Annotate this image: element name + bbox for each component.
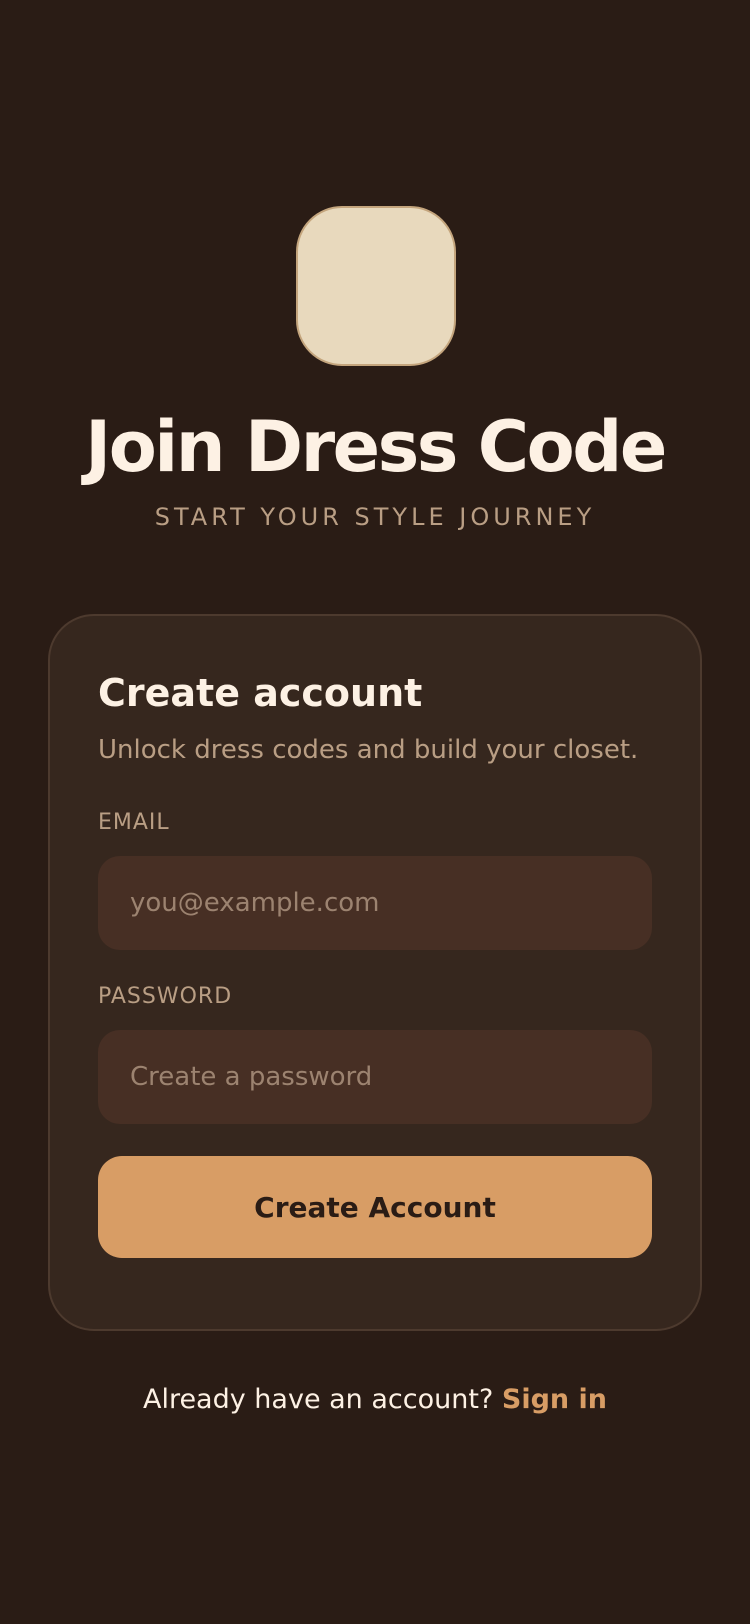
email-field[interactable] bbox=[98, 856, 652, 950]
create-account-button[interactable]: Create Account bbox=[98, 1156, 652, 1258]
password-field[interactable] bbox=[98, 1030, 652, 1124]
sign-in-link[interactable]: Sign in bbox=[502, 1384, 607, 1415]
signin-prompt-text: Already have an account? bbox=[142, 1384, 494, 1415]
signin-prompt: Already have an account? Sign in bbox=[0, 1380, 750, 1420]
signup-card: Create account Unlock dress codes and bu… bbox=[48, 614, 702, 1331]
tagline: START YOUR STYLE JOURNEY bbox=[154, 503, 596, 531]
email-label: EMAIL bbox=[98, 810, 170, 835]
card-subtitle: Unlock dress codes and build your closet… bbox=[98, 735, 639, 765]
app-title: Join Dress Code bbox=[85, 406, 667, 488]
password-label: PASSWORD bbox=[98, 984, 233, 1009]
app-logo-icon bbox=[296, 206, 456, 366]
card-title: Create account bbox=[98, 671, 423, 715]
